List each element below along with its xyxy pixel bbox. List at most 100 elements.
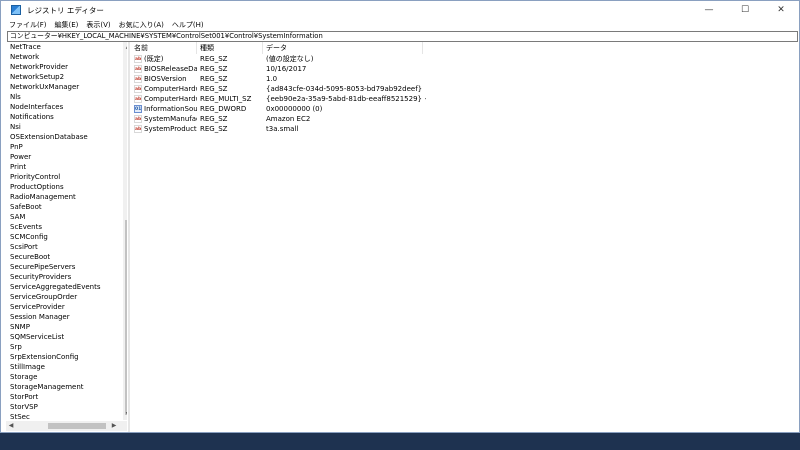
tree-horizontal-scrollbar[interactable]: ◀ ▶ <box>6 421 127 431</box>
tree-item[interactable]: NetworkSetup2 <box>10 72 118 82</box>
value-data: {eeb90e2a-35a9-5abd-81db-eeaff8521529} {… <box>266 95 426 103</box>
value-data: 10/16/2017 <box>266 65 307 73</box>
minimize-button[interactable]: — <box>691 1 727 19</box>
value-row[interactable]: abBIOSReleaseDateREG_SZ 10/16/2017 <box>131 64 797 74</box>
tree-item[interactable]: Power <box>10 152 118 162</box>
tree-item[interactable]: StillImage <box>10 362 118 372</box>
tree-item[interactable]: ServiceAggregatedEvents <box>10 282 118 292</box>
tree-item[interactable]: ScEvents <box>10 222 118 232</box>
value-row[interactable]: abSystemManufac...REG_SZ Amazon EC2 <box>131 114 797 124</box>
scroll-right-icon[interactable]: ▶ <box>109 421 119 431</box>
value-type: REG_SZ <box>200 55 228 63</box>
value-type: REG_MULTI_SZ <box>200 95 252 103</box>
title-bar[interactable]: レジストリ エディター — ☐ ✕ <box>1 1 799 19</box>
registry-editor-icon <box>11 5 21 15</box>
menu-file[interactable]: ファイル(F) <box>9 20 47 30</box>
value-data: Amazon EC2 <box>266 115 311 123</box>
menu-help[interactable]: ヘルプ(H) <box>172 20 204 30</box>
tree-item[interactable]: Srp <box>10 342 118 352</box>
maximize-button[interactable]: ☐ <box>727 1 763 19</box>
value-name: ComputerHardw... <box>144 95 197 103</box>
tree-vertical-scroll-thumb[interactable] <box>125 220 127 415</box>
value-type: REG_DWORD <box>200 105 247 113</box>
string-value-icon: ab <box>134 85 142 93</box>
column-header-data[interactable]: データ <box>263 42 423 54</box>
tree-item[interactable]: SecurityProviders <box>10 272 118 282</box>
menu-bar: ファイル(F) 編集(E) 表示(V) お気に入り(A) ヘルプ(H) <box>1 19 799 31</box>
tree-item[interactable]: Print <box>10 162 118 172</box>
string-value-icon: ab <box>134 65 142 73</box>
tree-item[interactable]: Storage <box>10 372 118 382</box>
tree-horizontal-scroll-thumb[interactable] <box>48 423 106 429</box>
value-name: BIOSReleaseDate <box>144 65 197 73</box>
tree-item[interactable]: ServiceGroupOrder <box>10 292 118 302</box>
value-data: t3a.small <box>266 125 299 133</box>
tree-item[interactable]: SNMP <box>10 322 118 332</box>
string-value-icon: ab <box>134 125 142 133</box>
address-bar[interactable]: コンピューター¥HKEY_LOCAL_MACHINE¥SYSTEM¥Contro… <box>7 31 798 42</box>
tree-item[interactable]: StorPort <box>10 392 118 402</box>
column-header-type[interactable]: 種類 <box>197 42 263 54</box>
value-data: 1.0 <box>266 75 278 83</box>
menu-favorites[interactable]: お気に入り(A) <box>119 20 164 30</box>
tree-item[interactable]: SafeBoot <box>10 202 118 212</box>
column-header-name[interactable]: 名前 <box>131 42 197 54</box>
key-tree-pane: NetTrace Network NetworkProvider NetworkSet… <box>6 42 127 432</box>
tree-item[interactable]: NetworkUxManager <box>10 82 118 92</box>
tree-item[interactable]: ProductOptions <box>10 182 118 192</box>
tree-item[interactable]: SQMServiceList <box>10 332 118 342</box>
value-row[interactable]: abComputerHardw...REG_SZ {ad843cfe-034d-5… <box>131 84 797 94</box>
value-row[interactable]: abComputerHardw...REG_MULTI_SZ {eeb90e2a-… <box>131 94 797 104</box>
tree-item[interactable]: SrpExtensionConfig <box>10 352 118 362</box>
tree-item[interactable]: SAM <box>10 212 118 222</box>
string-value-icon: ab <box>134 115 142 123</box>
menu-edit[interactable]: 編集(E) <box>55 20 79 30</box>
value-name: ComputerHardw... <box>144 85 197 93</box>
scroll-down-icon[interactable]: ▼ <box>123 410 127 420</box>
value-type: REG_SZ <box>200 115 228 123</box>
tree-item[interactable]: OSExtensionDatabase <box>10 132 118 142</box>
tree-item[interactable]: SecurePipeServers <box>10 262 118 272</box>
tree-item[interactable]: SecureBoot <box>10 252 118 262</box>
tree-item[interactable]: Nsi <box>10 122 118 132</box>
value-row[interactable]: ab BIOSVersion REG_SZ 1.0 <box>131 74 797 84</box>
tree-vertical-scrollbar[interactable]: ▲ ▼ <box>123 42 127 420</box>
binary-value-icon: 01 <box>134 105 142 113</box>
close-button[interactable]: ✕ <box>763 1 799 19</box>
key-tree-list: NetTrace Network NetworkProvider NetworkSet… <box>10 42 118 422</box>
value-row[interactable]: ab (既定) REG_SZ (値の設定なし) <box>131 54 797 64</box>
tree-item[interactable]: RadioManagement <box>10 192 118 202</box>
tree-item[interactable]: Nls <box>10 92 118 102</box>
tree-item[interactable]: Session Manager <box>10 312 118 322</box>
string-value-icon: ab <box>134 75 142 83</box>
value-type: REG_SZ <box>200 125 228 133</box>
tree-item[interactable]: SCMConfig <box>10 232 118 242</box>
value-name: (既定) <box>144 55 164 63</box>
value-type: REG_SZ <box>200 65 228 73</box>
value-data: (値の設定なし) <box>266 55 314 63</box>
value-name: SystemProduct... <box>144 125 197 133</box>
tree-item[interactable]: NetworkProvider <box>10 62 118 72</box>
tree-item[interactable]: Network <box>10 52 118 62</box>
value-data: 0x00000000 (0) <box>266 105 323 113</box>
pane-splitter[interactable] <box>128 42 130 432</box>
tree-item[interactable]: PriorityControl <box>10 172 118 182</box>
value-data: {ad843cfe-034d-5095-8053-bd79ab92deef} <box>266 85 423 93</box>
tree-item[interactable]: Notifications <box>10 112 118 122</box>
values-header: 名前 種類 データ <box>131 42 797 54</box>
tree-item[interactable]: NetTrace <box>10 42 118 52</box>
menu-view[interactable]: 表示(V) <box>86 20 110 30</box>
tree-item[interactable]: ServiceProvider <box>10 302 118 312</box>
scroll-left-icon[interactable]: ◀ <box>6 421 16 431</box>
tree-item[interactable]: NodeInterfaces <box>10 102 118 112</box>
string-value-icon: ab <box>134 55 142 63</box>
tree-item[interactable]: StorageManagement <box>10 382 118 392</box>
scroll-up-icon[interactable]: ▲ <box>123 42 127 52</box>
tree-item[interactable]: ScsiPort <box>10 242 118 252</box>
value-name: BIOSVersion <box>144 75 187 83</box>
tree-item[interactable]: PnP <box>10 142 118 152</box>
value-name: InformationSour... <box>144 105 197 113</box>
value-row[interactable]: abSystemProduct...REG_SZ t3a.small <box>131 124 797 134</box>
value-row[interactable]: 01InformationSour...REG_DWORD 0x00000000 … <box>131 104 797 114</box>
tree-item[interactable]: StorVSP <box>10 402 118 412</box>
